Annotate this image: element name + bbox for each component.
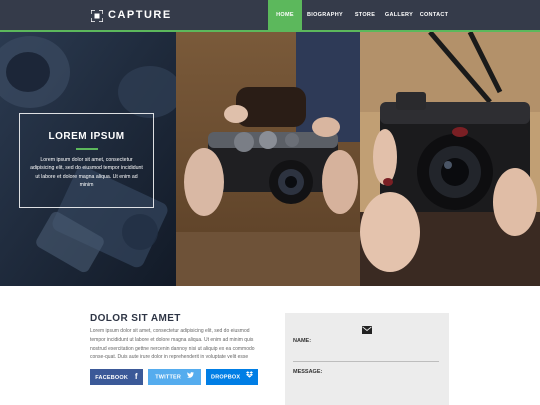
hero-title: LOREM IPSUM: [48, 131, 125, 142]
dropbox-icon: [245, 369, 253, 385]
name-label: NAME:: [293, 338, 312, 344]
facebook-icon: f: [134, 372, 138, 381]
facebook-label: FACEBOOK: [95, 375, 129, 381]
hero-title-underline: [75, 148, 98, 150]
hero-text: Lorem ipsum dolor sit amet, consectetur …: [30, 156, 143, 189]
hero-photo-yashica-camera: [360, 32, 540, 286]
top-navbar: CAPTURE HOME BIOGRAPHY STORE GALLERY CON…: [0, 0, 540, 30]
about-title: DOLOR SIT AMET: [90, 313, 181, 324]
about-text: Lorem ipsum dolor sit amet, consectetur …: [90, 328, 255, 361]
twitter-icon: [186, 369, 194, 385]
twitter-button[interactable]: TWITTER: [148, 369, 201, 385]
twitter-label: TWITTER: [155, 374, 182, 381]
hero-photo-hands-camera: [176, 32, 360, 286]
content-section: [0, 286, 540, 405]
hero-section: LOREM IPSUM Lorem ipsum dolor sit amet, …: [0, 32, 540, 286]
facebook-button[interactable]: FACEBOOK f: [90, 369, 143, 385]
name-field[interactable]: [293, 361, 439, 362]
contact-form: NAME: MESSAGE:: [285, 313, 449, 405]
nav-contact[interactable]: CONTACT: [416, 0, 452, 30]
brand-name: CAPTURE: [108, 9, 172, 21]
dropbox-label: DROPBOX: [211, 374, 241, 381]
nav-home[interactable]: HOME: [268, 0, 302, 30]
nav-biography[interactable]: BIOGRAPHY: [302, 0, 348, 30]
main-menu: HOME BIOGRAPHY STORE GALLERY CONTACT: [268, 0, 452, 30]
envelope-icon: [362, 321, 372, 339]
dropbox-button[interactable]: DROPBOX: [206, 369, 258, 385]
brand-logo[interactable]: CAPTURE: [90, 7, 172, 23]
nav-gallery[interactable]: GALLERY: [382, 0, 416, 30]
message-label: MESSAGE:: [293, 369, 323, 375]
hero-photo-camera-dark: LOREM IPSUM Lorem ipsum dolor sit amet, …: [0, 32, 176, 286]
nav-store[interactable]: STORE: [348, 0, 382, 30]
hero-caption-box: LOREM IPSUM Lorem ipsum dolor sit amet, …: [19, 113, 154, 208]
camera-viewfinder-icon: [90, 9, 104, 23]
